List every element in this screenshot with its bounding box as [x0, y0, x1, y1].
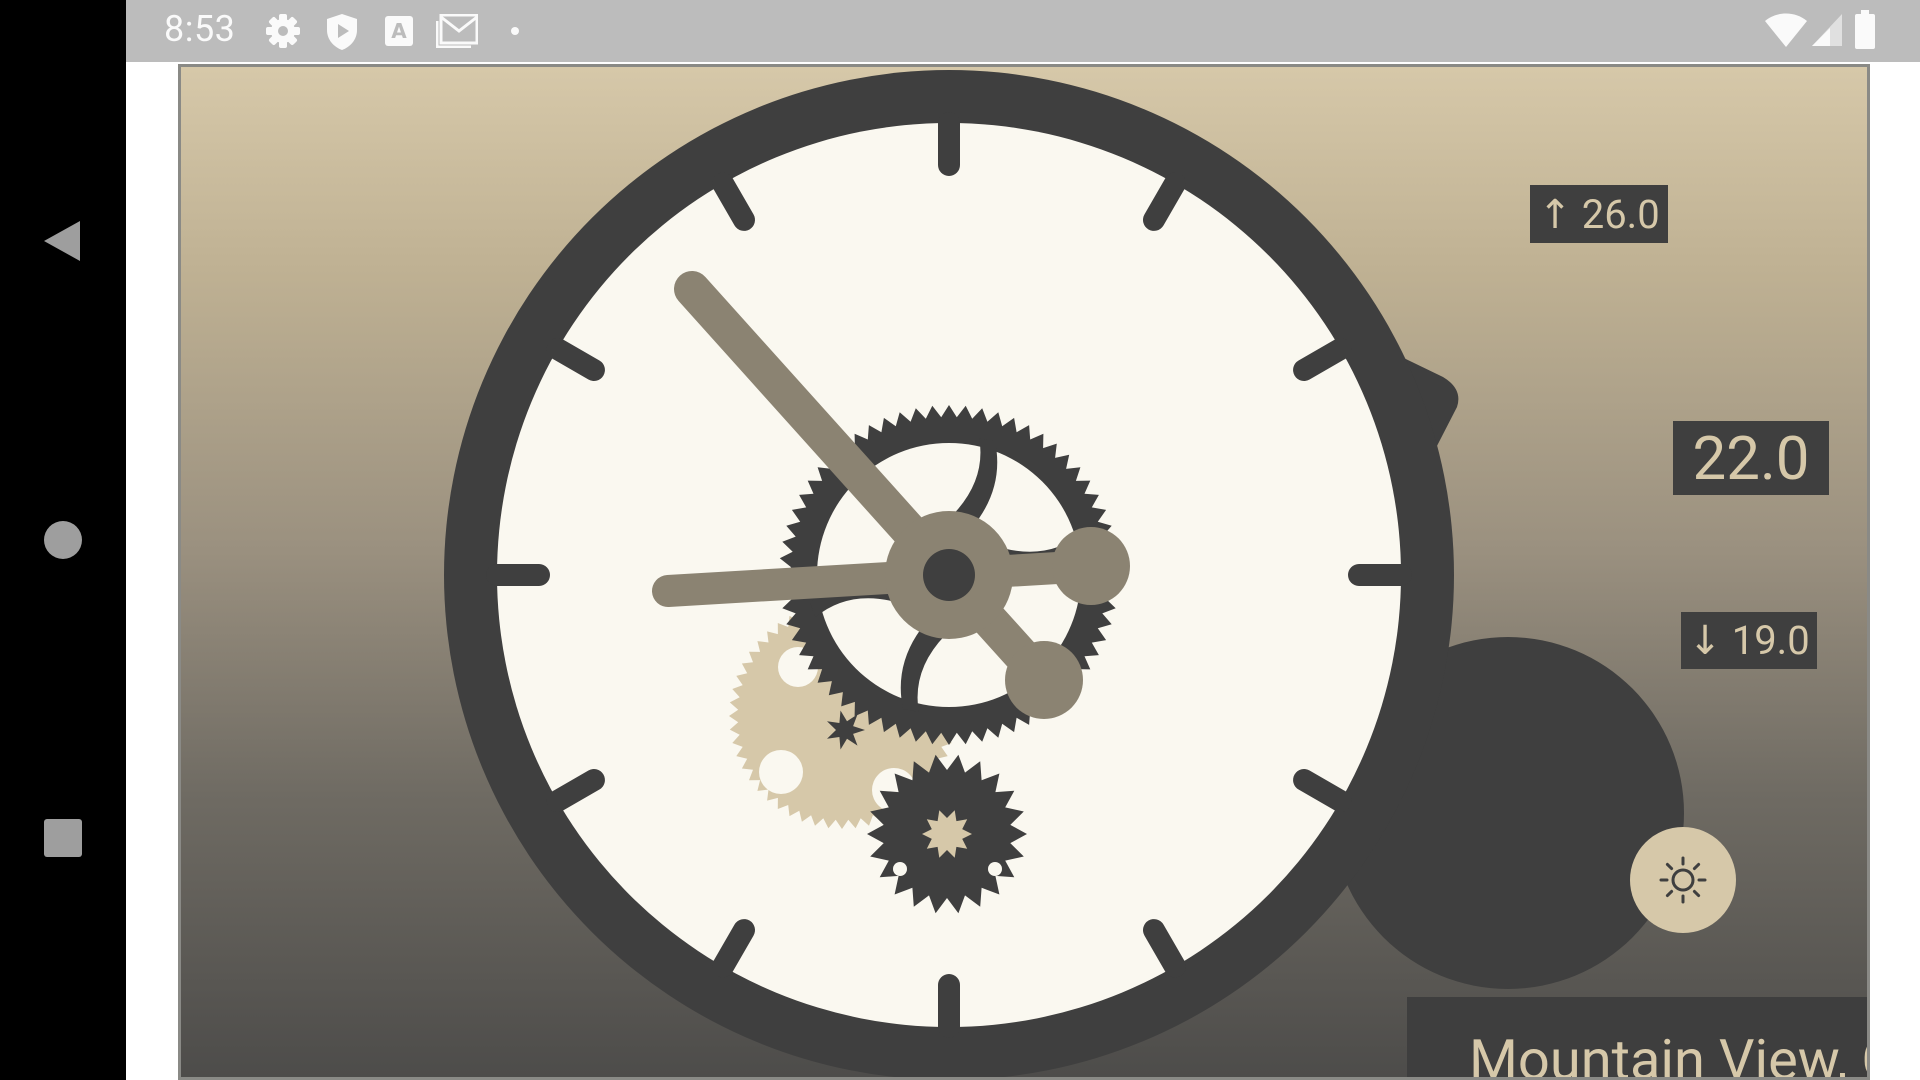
home-icon: [44, 521, 82, 559]
temp-low: ↓ 19.0: [1681, 612, 1817, 669]
svg-text:A: A: [391, 19, 407, 43]
status-time: 8:53: [164, 8, 236, 50]
weather-clock-frame: ↑ 26.0 22.0 ↓ 19.0 Mountain View, CA: [178, 64, 1870, 1080]
settings-icon: [266, 14, 300, 48]
bottom-gear-hole-right: [988, 862, 1002, 876]
home-button[interactable]: [38, 515, 88, 565]
hand-pin: [923, 549, 975, 601]
back-button[interactable]: [38, 216, 88, 266]
a-icon: A: [385, 16, 413, 46]
navigation-bar: [0, 0, 126, 1080]
dot-icon: [511, 27, 519, 35]
back-icon: [44, 221, 80, 261]
second-hand-tip: [1052, 527, 1130, 605]
temp-high: ↑ 26.0: [1530, 185, 1668, 243]
theme-toggle-button[interactable]: [1630, 827, 1736, 933]
status-bar: 8:53 A: [126, 0, 1920, 62]
battery-icon: [1855, 10, 1875, 49]
bottom-gear-hole-left: [893, 862, 907, 876]
location-label: Mountain View, CA: [1469, 1027, 1867, 1080]
recents-button[interactable]: [38, 813, 88, 863]
wifi-icon: [1765, 13, 1807, 47]
shield-icon: [327, 14, 357, 50]
gmail-icon: [436, 14, 478, 48]
right-margin: [1870, 62, 1920, 1080]
hour-hand-tip: [1005, 641, 1083, 719]
signal-icon: [1812, 14, 1842, 46]
recents-icon: [44, 819, 82, 857]
temp-current: 22.0: [1673, 421, 1829, 495]
sun-icon: [1659, 856, 1707, 904]
